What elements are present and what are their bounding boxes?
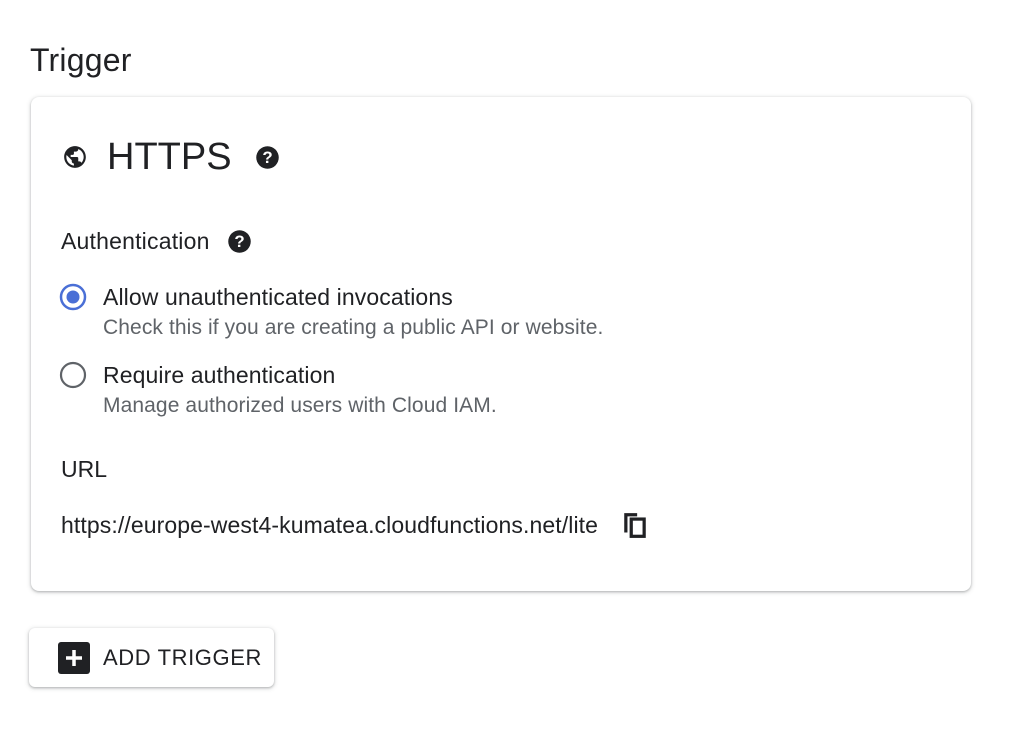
radio-title: Require authentication [103,362,336,388]
url-label: URL [61,456,108,482]
url-row: https://europe-west4-kumatea.cloudfuncti… [61,509,650,541]
radio-selected-icon[interactable] [59,283,87,311]
trigger-type-label: HTTPS [107,136,232,178]
help-icon[interactable]: ? [226,227,254,255]
radio-text: Require authentication Manage authorized… [103,359,497,421]
add-box-icon [58,641,90,674]
svg-text:?: ? [234,232,244,251]
radio-unselected-icon[interactable] [59,361,87,389]
radio-title: Allow unauthenticated invocations [103,284,453,310]
add-trigger-label: ADD TRIGGER [103,644,262,670]
add-trigger-button[interactable]: ADD TRIGGER [29,628,274,687]
trigger-card: HTTPS ? Authentication ? Allow unauthent… [31,97,971,591]
authentication-row: Authentication ? [61,225,254,257]
globe-icon [61,143,89,171]
url-value[interactable]: https://europe-west4-kumatea.cloudfuncti… [61,509,598,541]
radio-allow-unauthenticated[interactable]: Allow unauthenticated invocations Check … [59,281,603,343]
trigger-header: HTTPS ? [61,133,282,181]
radio-description: Manage authorized users with Cloud IAM. [103,394,497,417]
section-title: Trigger [30,42,132,78]
radio-require-authentication[interactable]: Require authentication Manage authorized… [59,359,497,421]
authentication-label: Authentication [61,228,210,254]
help-icon[interactable]: ? [254,143,282,171]
radio-description: Check this if you are creating a public … [103,316,604,339]
copy-icon[interactable] [620,510,650,540]
radio-text: Allow unauthenticated invocations Check … [103,281,603,343]
svg-text:?: ? [262,148,272,167]
